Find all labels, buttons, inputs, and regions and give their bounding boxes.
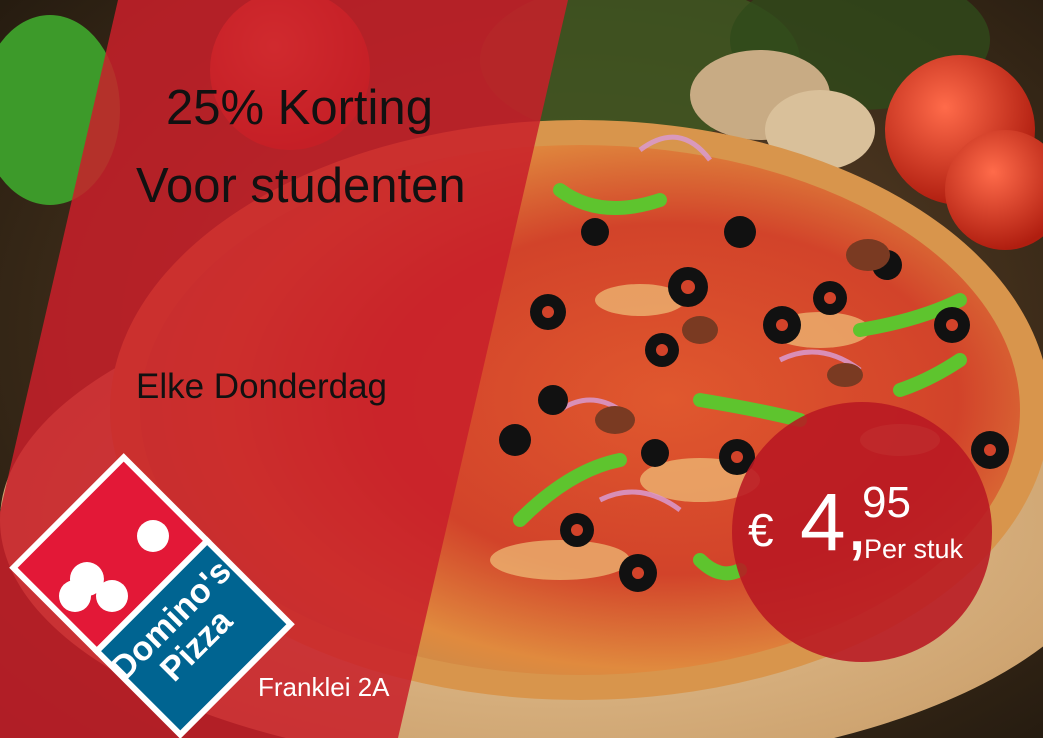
headline-audience: Voor studenten [136,159,466,213]
price-currency: € [748,504,774,556]
price-whole: 4, [800,476,868,570]
store-address: Franklei 2A [258,672,390,702]
headline-discount: 25% Korting [166,81,433,135]
price-cents: 95 [862,478,911,527]
price-whole-value: 4 [800,477,846,568]
promo-day: Elke Donderdag [136,367,387,406]
price-unit: Per stuk [864,534,964,564]
advertisement: 25% Korting Voor studenten Elke Donderda… [0,0,1043,738]
